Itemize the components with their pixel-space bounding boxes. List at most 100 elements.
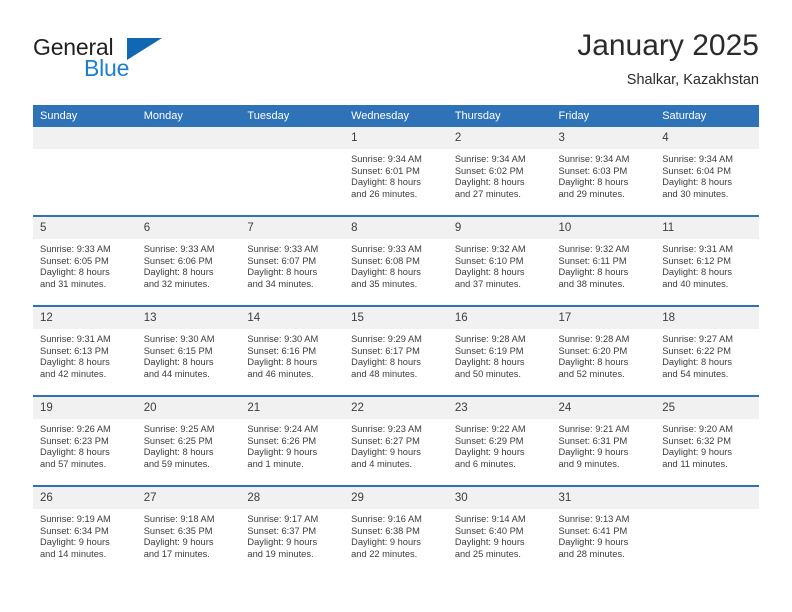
daylight-text-line2: and 42 minutes. (40, 368, 107, 379)
weekday-header-wednesday: Wednesday (344, 105, 448, 127)
sunrise-text: Sunrise: 9:24 AM (247, 424, 319, 434)
sunset-text: Sunset: 6:12 PM (662, 255, 731, 266)
calendar-day-cell[interactable]: 15 Sunrise: 9:29 AM Sunset: 6:17 PM Dayligh… (344, 305, 448, 396)
sunrise-text: Sunrise: 9:26 AM (40, 424, 111, 434)
page-title: January 2025 (577, 29, 759, 62)
day-details: Sunrise: 9:26 AM Sunset: 6:23 PM Daylight:… (33, 419, 137, 470)
day-number: 28 (240, 487, 345, 509)
calendar-day-cell[interactable]: 1 Sunrise: 9:34 AM Sunset: 6:01 PM Daylight… (344, 127, 448, 216)
calendar-day-cell[interactable]: 7 Sunrise: 9:33 AM Sunset: 6:07 PM Daylight… (240, 215, 345, 306)
calendar-day-cell[interactable]: 12 Sunrise: 9:31 AM Sunset: 6:13 PM Dayligh… (33, 305, 137, 396)
calendar-week-row: 19 Sunrise: 9:26 AM Sunset: 6:23 PM Dayligh… (33, 395, 759, 486)
sunset-text: Sunset: 6:01 PM (351, 165, 420, 176)
calendar-day-cell[interactable]: 30 Sunrise: 9:14 AM Sunset: 6:40 PM Dayligh… (447, 485, 552, 575)
sunrise-text: Sunrise: 9:23 AM (351, 424, 422, 434)
day-number: 23 (447, 397, 552, 419)
daylight-text-line2: and 26 minutes. (351, 188, 418, 199)
daylight-text-line2: and 34 minutes. (247, 278, 314, 289)
calendar-day-cell[interactable]: 13 Sunrise: 9:30 AM Sunset: 6:15 PM Dayligh… (136, 305, 241, 396)
daylight-text-line1: Daylight: 8 hours (40, 447, 110, 458)
calendar-day-cell[interactable]: 2 Sunrise: 9:34 AM Sunset: 6:02 PM Daylight… (447, 127, 552, 216)
calendar-page: General Blue January 2025 Shalkar, Kazak… (0, 0, 792, 612)
sunset-text: Sunset: 6:22 PM (662, 345, 731, 356)
daylight-text-line1: Daylight: 8 hours (143, 447, 214, 458)
day-number: 9 (447, 217, 552, 239)
day-number: 3 (551, 127, 656, 149)
sunrise-text: Sunrise: 9:28 AM (558, 334, 630, 344)
day-details: Sunrise: 9:20 AM Sunset: 6:32 PM Daylight:… (655, 419, 759, 470)
sunset-text: Sunset: 6:17 PM (351, 345, 420, 356)
sunrise-text: Sunrise: 9:33 AM (351, 244, 422, 254)
sunrise-text: Sunrise: 9:13 AM (558, 514, 630, 524)
day-number: 15 (344, 307, 448, 329)
calendar-day-cell[interactable]: 3 Sunrise: 9:34 AM Sunset: 6:03 PM Daylight… (551, 127, 656, 216)
sunrise-text: Sunrise: 9:16 AM (351, 514, 422, 524)
weekday-header-friday: Friday (551, 105, 656, 127)
sunrise-text: Sunrise: 9:25 AM (143, 424, 215, 434)
day-number: 10 (551, 217, 656, 239)
sunset-text: Sunset: 6:15 PM (143, 345, 213, 356)
day-number: 30 (447, 487, 552, 509)
calendar-day-cell[interactable]: 23 Sunrise: 9:22 AM Sunset: 6:29 PM Dayligh… (447, 395, 552, 486)
daylight-text-line1: Daylight: 8 hours (351, 357, 421, 368)
calendar-day-cell[interactable]: 4 Sunrise: 9:34 AM Sunset: 6:04 PM Daylight… (655, 127, 759, 216)
day-details: Sunrise: 9:31 AM Sunset: 6:12 PM Daylight:… (655, 239, 759, 290)
day-details: Sunrise: 9:32 AM Sunset: 6:11 PM Daylight:… (552, 239, 656, 290)
calendar-week-row: 12 Sunrise: 9:31 AM Sunset: 6:13 PM Dayligh… (33, 305, 759, 396)
calendar-day-cell[interactable]: 17 Sunrise: 9:28 AM Sunset: 6:20 PM Dayligh… (551, 305, 656, 396)
weekday-header-tuesday: Tuesday (240, 105, 345, 127)
day-number: 31 (551, 487, 656, 509)
calendar-body: 1 Sunrise: 9:34 AM Sunset: 6:01 PM Daylight… (33, 127, 759, 575)
day-details: Sunrise: 9:17 AM Sunset: 6:37 PM Daylight:… (240, 509, 344, 560)
calendar-day-cell[interactable]: 31 Sunrise: 9:13 AM Sunset: 6:41 PM Dayligh… (551, 485, 656, 575)
day-details: Sunrise: 9:32 AM Sunset: 6:10 PM Daylight:… (448, 239, 552, 290)
day-number: 1 (344, 127, 448, 149)
day-details: Sunrise: 9:22 AM Sunset: 6:29 PM Daylight:… (448, 419, 552, 470)
calendar-day-cell[interactable]: 5 Sunrise: 9:33 AM Sunset: 6:05 PM Daylight… (33, 215, 137, 306)
sunrise-text: Sunrise: 9:19 AM (40, 514, 111, 524)
calendar-day-cell[interactable]: 19 Sunrise: 9:26 AM Sunset: 6:23 PM Dayligh… (33, 395, 137, 486)
sunset-text: Sunset: 6:41 PM (558, 525, 628, 536)
calendar-day-cell[interactable]: 21 Sunrise: 9:24 AM Sunset: 6:26 PM Dayligh… (240, 395, 345, 486)
calendar-day-cell[interactable]: 10 Sunrise: 9:32 AM Sunset: 6:11 PM Dayligh… (551, 215, 656, 306)
daylight-text-line1: Daylight: 9 hours (351, 537, 421, 548)
calendar-day-cell[interactable]: 20 Sunrise: 9:25 AM Sunset: 6:25 PM Dayligh… (136, 395, 241, 486)
sunset-text: Sunset: 6:08 PM (351, 255, 420, 266)
day-number (240, 127, 345, 149)
daylight-text-line1: Daylight: 9 hours (454, 537, 525, 548)
day-number (33, 127, 137, 149)
calendar-day-cell[interactable]: 27 Sunrise: 9:18 AM Sunset: 6:35 PM Dayligh… (136, 485, 241, 575)
brand-name-blue: Blue (84, 55, 130, 81)
calendar-day-cell[interactable]: 29 Sunrise: 9:16 AM Sunset: 6:38 PM Dayligh… (344, 485, 448, 575)
calendar-cell-empty (655, 485, 759, 575)
brand-logo[interactable]: General Blue (33, 34, 213, 94)
day-details: Sunrise: 9:24 AM Sunset: 6:26 PM Daylight:… (240, 419, 344, 470)
sunset-text: Sunset: 6:23 PM (40, 435, 109, 446)
weekday-header-saturday: Saturday (655, 105, 759, 127)
calendar-day-cell[interactable]: 16 Sunrise: 9:28 AM Sunset: 6:19 PM Dayligh… (447, 305, 552, 396)
sunrise-text: Sunrise: 9:22 AM (454, 424, 526, 434)
calendar-day-cell[interactable]: 6 Sunrise: 9:33 AM Sunset: 6:06 PM Daylight… (136, 215, 241, 306)
calendar-day-cell[interactable]: 25 Sunrise: 9:20 AM Sunset: 6:32 PM Dayligh… (655, 395, 759, 486)
sunset-text: Sunset: 6:13 PM (40, 345, 109, 356)
daylight-text-line2: and 46 minutes. (247, 368, 314, 379)
calendar-day-cell[interactable]: 24 Sunrise: 9:21 AM Sunset: 6:31 PM Dayligh… (551, 395, 656, 486)
sunset-text: Sunset: 6:26 PM (247, 435, 317, 446)
sunrise-text: Sunrise: 9:32 AM (454, 244, 526, 254)
calendar-day-cell[interactable]: 14 Sunrise: 9:30 AM Sunset: 6:16 PM Dayligh… (240, 305, 345, 396)
calendar-day-cell[interactable]: 28 Sunrise: 9:17 AM Sunset: 6:37 PM Dayligh… (240, 485, 345, 575)
daylight-text-line1: Daylight: 8 hours (351, 177, 421, 188)
daylight-text-line1: Daylight: 9 hours (558, 447, 629, 458)
calendar-day-cell[interactable]: 26 Sunrise: 9:19 AM Sunset: 6:34 PM Dayligh… (33, 485, 137, 575)
calendar-day-cell[interactable]: 8 Sunrise: 9:33 AM Sunset: 6:08 PM Daylight… (344, 215, 448, 306)
daylight-text-line2: and 54 minutes. (662, 368, 729, 379)
calendar-day-cell[interactable]: 22 Sunrise: 9:23 AM Sunset: 6:27 PM Dayligh… (344, 395, 448, 486)
calendar-day-cell[interactable]: 18 Sunrise: 9:27 AM Sunset: 6:22 PM Dayligh… (655, 305, 759, 396)
day-number: 29 (344, 487, 448, 509)
day-details: Sunrise: 9:19 AM Sunset: 6:34 PM Daylight:… (33, 509, 137, 560)
calendar-day-cell[interactable]: 11 Sunrise: 9:31 AM Sunset: 6:12 PM Dayligh… (655, 215, 759, 306)
weekday-header-sunday: Sunday (33, 105, 137, 127)
day-number (655, 487, 759, 509)
calendar-cell-empty (240, 127, 345, 216)
calendar-day-cell[interactable]: 9 Sunrise: 9:32 AM Sunset: 6:10 PM Daylight… (447, 215, 552, 306)
